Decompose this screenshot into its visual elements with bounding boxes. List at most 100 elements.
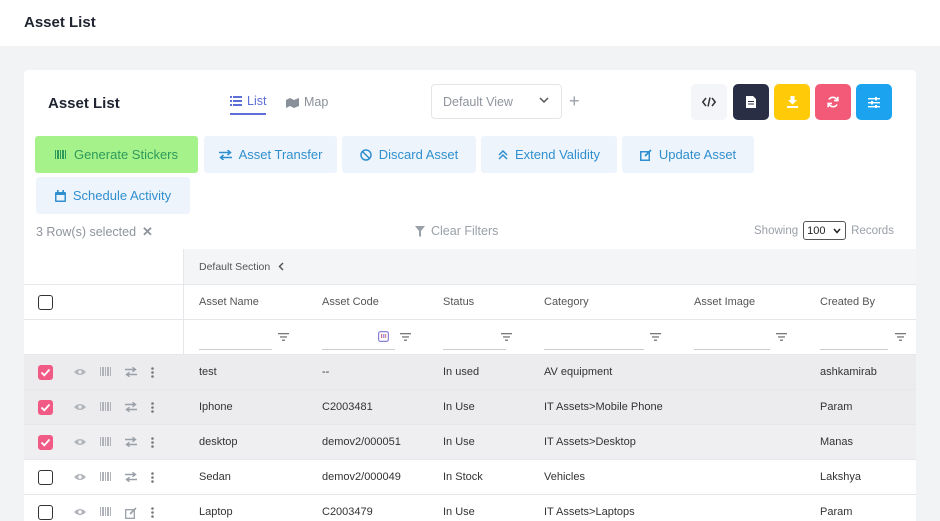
settings-button[interactable] — [856, 84, 892, 120]
asset-name-filter-input[interactable] — [199, 328, 272, 350]
row-checkbox[interactable] — [38, 435, 53, 450]
generate-stickers-button[interactable]: Generate Stickers — [35, 136, 198, 173]
col-asset-image[interactable]: Asset Image — [694, 296, 755, 308]
edit-icon[interactable] — [125, 507, 137, 519]
add-view-button[interactable]: + — [569, 92, 580, 110]
eye-icon[interactable] — [74, 368, 86, 376]
row-checkbox[interactable] — [38, 400, 53, 415]
row-checkbox[interactable] — [38, 505, 53, 520]
discard-asset-label: Discard Asset — [378, 147, 459, 162]
filter-lines-icon[interactable] — [501, 333, 512, 341]
view-select-value: Default View — [443, 94, 513, 109]
extend-validity-button[interactable]: Extend Validity — [481, 136, 617, 173]
transfer-icon[interactable] — [125, 402, 137, 412]
created-by-filter-input[interactable] — [820, 328, 888, 350]
view-select[interactable]: Default View — [431, 84, 562, 119]
qr-scan-icon[interactable] — [378, 331, 389, 342]
section-header[interactable]: Default Section — [183, 249, 916, 285]
selected-count: 3 Row(s) selected — [36, 225, 137, 239]
barcode-icon[interactable] — [100, 437, 111, 446]
category-filter-input[interactable] — [544, 328, 644, 350]
discard-asset-button[interactable]: Discard Asset — [342, 136, 476, 173]
filter-lines-icon[interactable] — [650, 333, 661, 341]
sliders-icon — [868, 96, 880, 108]
asset-status: In Use — [443, 436, 475, 448]
update-asset-button[interactable]: Update Asset — [622, 136, 754, 173]
asset-status: In Use — [443, 401, 475, 413]
filter-lines-icon[interactable] — [278, 333, 289, 341]
asset-category: IT Assets>Laptops — [544, 506, 635, 518]
clear-filters-button[interactable]: Clear Filters — [415, 224, 498, 238]
selection-info: 3 Row(s) selected ✕ — [36, 224, 153, 240]
col-status[interactable]: Status — [443, 296, 474, 308]
asset-created-by: Param — [820, 506, 853, 518]
filter-lines-icon[interactable] — [400, 333, 411, 341]
table-row[interactable]: Laptop C2003479 In Use IT Assets>Laptops… — [24, 495, 916, 521]
barcode-icon[interactable] — [100, 367, 111, 376]
asset-category: IT Assets>Mobile Phone — [544, 401, 663, 413]
asset-image-filter-input[interactable] — [694, 328, 770, 350]
document-icon — [746, 96, 756, 108]
download-icon — [786, 96, 798, 108]
more-vertical-icon[interactable] — [151, 402, 154, 413]
asset-status: In Use — [443, 506, 475, 518]
asset-code: demov2/000049 — [322, 471, 401, 483]
barcode-icon[interactable] — [100, 507, 111, 516]
status-filter-input[interactable] — [443, 328, 506, 350]
tab-list[interactable]: List — [230, 91, 267, 115]
table-row[interactable]: test -- In used AV equipment ashkamirab — [24, 355, 916, 390]
document-button[interactable] — [733, 84, 769, 120]
chevrons-up-icon — [498, 149, 508, 160]
select-all-checkbox[interactable] — [38, 295, 53, 310]
transfer-icon — [218, 149, 232, 160]
table-row[interactable]: Iphone C2003481 In Use IT Assets>Mobile … — [24, 390, 916, 425]
top-bar: Asset List — [0, 0, 940, 46]
col-created-by[interactable]: Created By — [820, 296, 875, 308]
col-category[interactable]: Category — [544, 296, 589, 308]
asset-name: Sedan — [199, 471, 231, 483]
more-vertical-icon[interactable] — [151, 507, 154, 518]
records-select[interactable]: 100 — [803, 221, 847, 240]
row-checkbox[interactable] — [38, 365, 53, 380]
barcode-icon[interactable] — [100, 472, 111, 481]
download-button[interactable] — [774, 84, 810, 120]
calendar-icon — [54, 189, 66, 202]
more-vertical-icon[interactable] — [151, 472, 154, 483]
eye-icon[interactable] — [74, 403, 86, 411]
row-checkbox[interactable] — [38, 470, 53, 485]
eye-icon[interactable] — [74, 473, 86, 481]
generate-stickers-label: Generate Stickers — [73, 147, 179, 162]
asset-code: -- — [322, 366, 330, 378]
eye-icon[interactable] — [74, 508, 86, 516]
asset-transfer-button[interactable]: Asset Transfer — [204, 136, 337, 173]
transfer-icon[interactable] — [125, 472, 137, 482]
code-button[interactable] — [691, 84, 727, 120]
clear-selection-icon[interactable]: ✕ — [142, 224, 153, 240]
code-icon — [702, 97, 716, 107]
table-row[interactable]: Sedan demov2/000049 In Stock Vehicles La… — [24, 460, 916, 495]
schedule-activity-button[interactable]: Schedule Activity — [36, 177, 190, 214]
asset-name: Laptop — [199, 506, 233, 518]
page-title: Asset List — [24, 14, 96, 31]
asset-code: C2003479 — [322, 506, 373, 518]
section-title: Default Section — [199, 260, 271, 273]
filter-lines-icon[interactable] — [895, 333, 906, 341]
asset-category: AV equipment — [544, 366, 613, 378]
more-vertical-icon[interactable] — [151, 367, 154, 378]
col-asset-code[interactable]: Asset Code — [322, 296, 379, 308]
transfer-icon[interactable] — [125, 367, 137, 377]
filter-lines-icon[interactable] — [776, 333, 787, 341]
col-asset-name[interactable]: Asset Name — [199, 296, 259, 308]
eye-icon[interactable] — [74, 438, 86, 446]
asset-list-card: Asset List List Map Default View + Gener… — [24, 70, 916, 521]
tab-list-label: List — [247, 93, 267, 108]
chevron-down-icon — [833, 228, 841, 234]
more-vertical-icon[interactable] — [151, 437, 154, 448]
refresh-button[interactable] — [815, 84, 851, 120]
tab-map[interactable]: Map — [286, 91, 328, 113]
showing-label: Showing — [754, 224, 799, 237]
section-spacer — [24, 249, 183, 285]
barcode-icon[interactable] — [100, 402, 111, 411]
transfer-icon[interactable] — [125, 437, 137, 447]
table-row[interactable]: desktop demov2/000051 In Use IT Assets>D… — [24, 425, 916, 460]
